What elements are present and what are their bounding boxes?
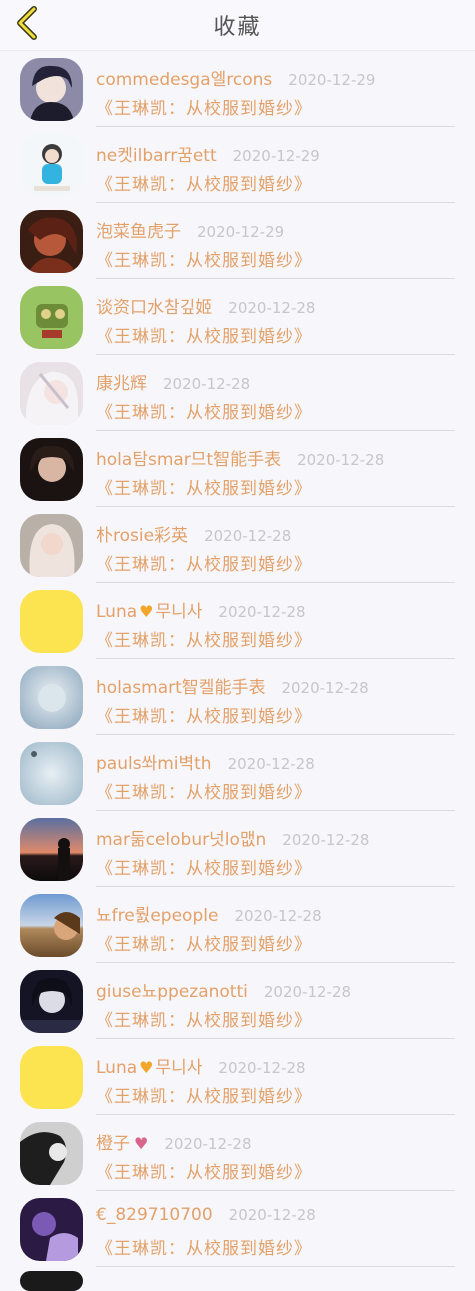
avatar[interactable] [20,590,83,653]
divider [96,1266,455,1267]
list-item[interactable]: giuse뇨ppezanotti 2020-12-28 《王琳凯：从校服到婚纱》 [0,963,475,1039]
user-name: hola탐smar므t智能手表 [96,450,282,470]
user-name: ne켓ilbarr꿈ett [96,146,217,166]
work-title[interactable]: 《王琳凯：从校服到婚纱》 [96,398,312,423]
list-item[interactable]: ne켓ilbarr꿈ett 2020-12-29 《王琳凯：从校服到婚纱》 [0,127,475,203]
work-title[interactable]: 《王琳凯：从校服到婚纱》 [96,550,312,575]
user-name: pauls쏴mi벽th [96,754,212,774]
work-title[interactable]: 《王琳凯：从校服到婚纱》 [96,94,312,119]
avatar[interactable] [20,970,83,1033]
timestamp: 2020-12-28 [234,907,322,925]
timestamp: 2020-12-29 [197,223,285,241]
timestamp: 2020-12-28 [263,983,352,1001]
work-title[interactable]: 《王琳凯：从校服到婚纱》 [96,1234,312,1259]
timestamp: 2020-12-28 [281,679,369,697]
user-name: giuse뇨ppezanotti [96,982,248,1002]
work-title[interactable]: 《王琳凯：从校服到婚纱》 [96,322,312,347]
avatar[interactable] [20,210,83,273]
avatar[interactable] [20,1271,83,1291]
user-name: 朴rosie彩英 [96,526,189,546]
avatar[interactable] [20,514,83,577]
timestamp: 2020-12-28 [163,375,251,393]
user-name: 뇨fre뤐epeople [96,906,219,926]
user-name: Luna [96,602,138,622]
work-title[interactable]: 《王琳凯：从校服到婚纱》 [96,1006,312,1031]
timestamp: 2020-12-28 [297,451,385,469]
heart-icon: ♥ [139,602,154,621]
avatar[interactable] [20,1122,83,1185]
avatar[interactable] [20,1198,83,1261]
top-bar: 收藏 [0,0,475,51]
list-item[interactable]: 谈资口水참깊姬 2020-12-28 《王琳凯：从校服到婚纱》 [0,279,475,355]
list-item[interactable]: 뇨fre뤐epeople 2020-12-28 《王琳凯：从校服到婚纱》 [0,887,475,963]
work-title[interactable]: 《王琳凯：从校服到婚纱》 [96,1082,312,1107]
list-item[interactable]: €_829710700 2020-12-28 《王琳凯：从校服到婚纱》 [0,1191,475,1267]
work-title[interactable]: 《王琳凯：从校服到婚纱》 [96,930,312,955]
heart-icon: ♥ [139,1058,154,1077]
favorites-list: commedesga엘rcons 2020-12-29 《王琳凯：从校服到婚纱》… [0,51,475,1267]
user-name-suffix: 무니사 [155,1058,203,1078]
timestamp: 2020-12-28 [164,1135,252,1153]
work-title[interactable]: 《王琳凯：从校服到婚纱》 [96,626,312,651]
list-item[interactable]: holasmart智켈能手表 2020-12-28 《王琳凯：从校服到婚纱》 [0,659,475,735]
work-title[interactable]: 《王琳凯：从校服到婚纱》 [96,246,312,271]
work-title[interactable]: 《王琳凯：从校服到婚纱》 [96,778,312,803]
list-item[interactable]: Luna ♥ 무니사 2020-12-28 《王琳凯：从校服到婚纱》 [0,1039,475,1115]
chevron-left-icon [17,6,37,40]
list-item[interactable]: 泡菜鱼虎子 2020-12-29 《王琳凯：从校服到婚纱》 [0,203,475,279]
timestamp: 2020-12-28 [204,527,292,545]
user-name-suffix: 무니사 [155,602,203,622]
timestamp: 2020-12-28 [282,831,370,849]
avatar[interactable] [20,818,83,881]
timestamp: 2020-12-28 [218,1059,306,1077]
avatar[interactable] [20,894,83,957]
page-title: 收藏 [213,15,262,40]
work-title[interactable]: 《王琳凯：从校服到婚纱》 [96,474,312,499]
user-name: 泡菜鱼虎子 [96,222,181,242]
avatar[interactable] [20,362,83,425]
list-item[interactable]: mar둚celobur넛lo맶n 2020-12-28 《王琳凯：从校服到婚纱》 [0,811,475,887]
timestamp: 2020-12-28 [227,755,315,773]
list-item[interactable]: hola탐smar므t智能手表 2020-12-28 《王琳凯：从校服到婚纱》 [0,431,475,507]
timestamp: 2020-12-29 [288,71,376,89]
work-title[interactable]: 《王琳凯：从校服到婚纱》 [96,170,312,195]
avatar[interactable] [20,666,83,729]
list-item[interactable]: 康兆辉 2020-12-28 《王琳凯：从校服到婚纱》 [0,355,475,431]
user-name: Luna [96,1058,138,1078]
work-title[interactable]: 《王琳凯：从校服到婚纱》 [96,854,312,879]
avatar[interactable] [20,1046,83,1109]
work-title[interactable]: 《王琳凯：从校服到婚纱》 [96,702,312,727]
avatar[interactable] [20,438,83,501]
avatar[interactable] [20,742,83,805]
avatar[interactable] [20,286,83,349]
timestamp: 2020-12-28 [228,1206,316,1224]
user-name: €_829710700 [96,1205,213,1225]
list-item[interactable]: 朴rosie彩英 2020-12-28 《王琳凯：从校服到婚纱》 [0,507,475,583]
work-title[interactable]: 《王琳凯：从校服到婚纱》 [96,1158,312,1183]
user-name: commedesga엘rcons [96,70,273,90]
user-name: 康兆辉 [96,374,147,394]
list-item[interactable]: 橙子 ♥ 2020-12-28 《王琳凯：从校服到婚纱》 [0,1115,475,1191]
timestamp: 2020-12-28 [228,299,316,317]
user-name: 橙子 [96,1134,130,1154]
user-name: 谈资口水참깊姬 [96,298,213,318]
heart-icon: ♥ [134,1134,149,1153]
timestamp: 2020-12-29 [232,147,320,165]
user-name: mar둚celobur넛lo맶n [96,830,267,850]
list-item[interactable]: commedesga엘rcons 2020-12-29 《王琳凯：从校服到婚纱》 [0,51,475,127]
user-name: holasmart智켈能手表 [96,678,266,698]
timestamp: 2020-12-28 [218,603,306,621]
list-item[interactable]: Luna ♥ 무니사 2020-12-28 《王琳凯：从校服到婚纱》 [0,583,475,659]
back-button[interactable] [10,6,44,40]
list-item[interactable]: pauls쏴mi벽th 2020-12-28 《王琳凯：从校服到婚纱》 [0,735,475,811]
avatar[interactable] [20,134,83,197]
avatar[interactable] [20,58,83,121]
